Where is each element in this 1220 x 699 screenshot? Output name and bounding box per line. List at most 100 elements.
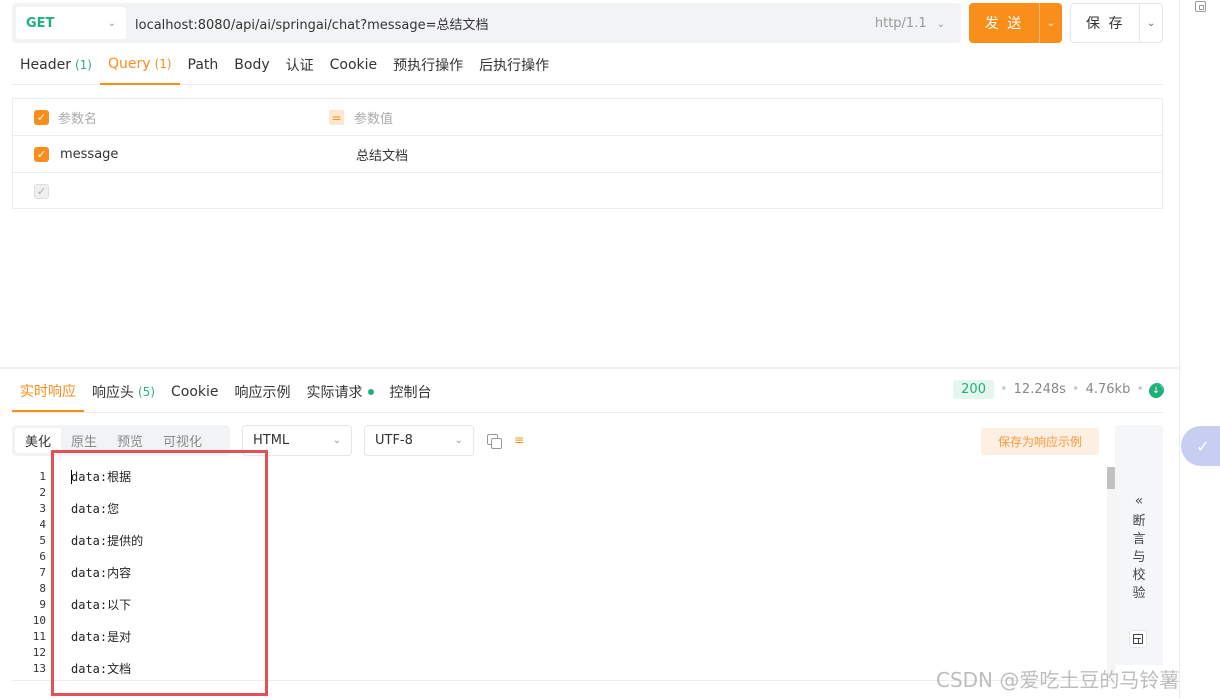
watermark: CSDN @爱吃土豆的马铃薯 <box>936 668 1180 692</box>
tab-label: 后执行操作 <box>479 57 550 74</box>
tab-label: 实际请求 <box>306 385 363 401</box>
tab-label: Body <box>234 56 270 73</box>
param-checkbox-empty[interactable]: ✓ <box>34 184 49 199</box>
response-tab[interactable]: 响应示例 <box>227 372 299 412</box>
response-tab[interactable]: 实际请求 <box>299 372 382 412</box>
chevron-down-icon: ⌄ <box>936 18 945 30</box>
tab-label: Cookie <box>171 384 219 400</box>
format-select-value: HTML <box>253 433 290 448</box>
param-row: ✓ message 总结文档 <box>13 136 1162 173</box>
tab-认证[interactable]: 认证 <box>278 44 322 85</box>
response-tabs: 实时响应 响应头 (5) Cookie 响应示例 实际请求 控制台 <box>12 372 440 412</box>
assertion-panel-label: 断言与校验 <box>1132 514 1146 601</box>
separator-dot: • <box>1136 382 1144 397</box>
tab-label: Query <box>107 55 151 72</box>
panel-toggle-icon[interactable] <box>1195 1 1206 12</box>
param-value-field[interactable]: 总结文档 <box>356 136 408 172</box>
tab-预执行操作[interactable]: 预执行操作 <box>385 44 471 85</box>
tab-label: 实时响应 <box>20 384 76 400</box>
response-tab[interactable]: 控制台 <box>382 372 440 412</box>
vertical-scrollbar[interactable] <box>1107 467 1115 679</box>
save-label: 保 存 <box>1086 16 1125 32</box>
tab-count: (5) <box>138 385 155 399</box>
save-as-example-button[interactable]: 保存为响应示例 <box>981 428 1099 455</box>
response-tab[interactable]: 实时响应 <box>12 372 84 412</box>
line-number: 11 <box>32 630 46 643</box>
line-number: 1 <box>39 470 46 483</box>
panel-divider[interactable] <box>0 367 1180 369</box>
double-chevron-left-icon[interactable]: « <box>1115 493 1163 509</box>
response-meta: 200 • 12.248s • 4.76kb • <box>953 380 1164 399</box>
tab-cookie[interactable]: Cookie <box>322 44 386 85</box>
scrollbar-thumb[interactable] <box>1107 467 1115 489</box>
send-options-chevron-icon[interactable]: ⌄ <box>1039 3 1062 43</box>
url-bar: GET ⌄ localhost:8080/api/ai/springai/cha… <box>12 3 961 43</box>
assertion-panel[interactable]: « 断言与校验 <box>1115 425 1163 665</box>
separator-dot: • <box>999 382 1008 397</box>
tab-后执行操作[interactable]: 后执行操作 <box>471 44 557 85</box>
params-header-row: ✓ 参数名 = 参数值 <box>13 99 1162 136</box>
param-checkbox[interactable]: ✓ <box>34 147 49 162</box>
tab-query[interactable]: Query (1) <box>99 44 180 85</box>
chevron-down-icon: ⌄ <box>454 435 463 446</box>
line-number: 7 <box>39 566 46 579</box>
tab-body[interactable]: Body <box>226 44 277 85</box>
status-dot-icon <box>367 389 374 395</box>
param-value-header: 参数值 <box>354 111 394 127</box>
protocol-label: http/1.1 <box>874 15 927 31</box>
tab-label: 预执行操作 <box>393 57 464 74</box>
line-number: 2 <box>39 486 46 499</box>
protocol-select[interactable]: http/1.1 ⌄ <box>875 16 945 31</box>
method-select[interactable]: GET ⌄ <box>16 7 126 39</box>
request-tabs: Header (1) Query (1) Path Body 认证 Cookie 预执行操作 后执… <box>12 44 1163 85</box>
copy-icon[interactable] <box>487 434 502 449</box>
send-label: 发 送 <box>984 16 1024 32</box>
download-icon[interactable]: ↓ <box>1149 384 1163 398</box>
save-options-chevron-icon[interactable]: ⌄ <box>1139 4 1162 42</box>
send-button[interactable]: 发 送 ⌄ <box>969 3 1062 43</box>
tab-count: (1) <box>154 56 172 71</box>
assistant-bird-icon[interactable]: ✓ <box>1181 426 1220 466</box>
tab-header[interactable]: Header (1) <box>12 44 100 85</box>
save-button[interactable]: 保 存 ⌄ <box>1070 3 1163 43</box>
highlight-annotation-box <box>51 450 268 696</box>
line-number: 9 <box>39 598 46 611</box>
param-name-header: 参数名 <box>58 111 98 127</box>
response-time: 12.248s <box>1013 382 1066 397</box>
url-input[interactable]: localhost:8080/api/ai/springai/chat?mess… <box>135 14 875 33</box>
line-number: 4 <box>39 518 46 531</box>
tab-label: Header <box>20 56 71 73</box>
format-icon[interactable]: ≡ <box>514 433 530 447</box>
param-row-empty: ✓ <box>13 173 1162 210</box>
right-gutter <box>1179 0 1220 699</box>
line-number: 10 <box>32 614 46 627</box>
encoding-select-value: UTF-8 <box>375 433 413 448</box>
response-size: 4.76kb <box>1085 382 1131 397</box>
response-tab[interactable]: 响应头 (5) <box>84 372 163 412</box>
tab-path[interactable]: Path <box>180 44 227 85</box>
tab-label: 控制台 <box>389 385 432 401</box>
select-all-checkbox[interactable]: ✓ <box>34 110 49 125</box>
line-number: 5 <box>39 534 46 547</box>
response-tab[interactable]: Cookie <box>163 372 227 412</box>
method-label: GET <box>26 15 55 31</box>
response-tabs-divider <box>12 412 1163 413</box>
chevron-down-icon: ⌄ <box>332 435 341 446</box>
tab-label: Cookie <box>329 56 378 73</box>
layout-icon[interactable] <box>1129 630 1147 648</box>
query-params-table: ✓ 参数名 = 参数值 ✓ message 总结文档 ✓ <box>12 98 1163 209</box>
tab-label: Path <box>187 56 219 73</box>
line-number: 13 <box>32 662 46 675</box>
chevron-down-icon: ⌄ <box>107 17 116 29</box>
separator-dot: • <box>1071 382 1080 397</box>
line-number: 6 <box>39 550 46 563</box>
encoding-select[interactable]: UTF-8 ⌄ <box>364 425 474 456</box>
line-number: 12 <box>32 646 46 659</box>
tab-label: 响应头 <box>92 385 134 401</box>
tab-count: (1) <box>74 57 92 72</box>
line-number: 3 <box>39 502 46 515</box>
tab-label: 响应示例 <box>234 385 291 401</box>
param-name-field[interactable]: message <box>60 136 118 172</box>
equals-icon: = <box>329 110 344 125</box>
line-number: 8 <box>39 582 46 595</box>
